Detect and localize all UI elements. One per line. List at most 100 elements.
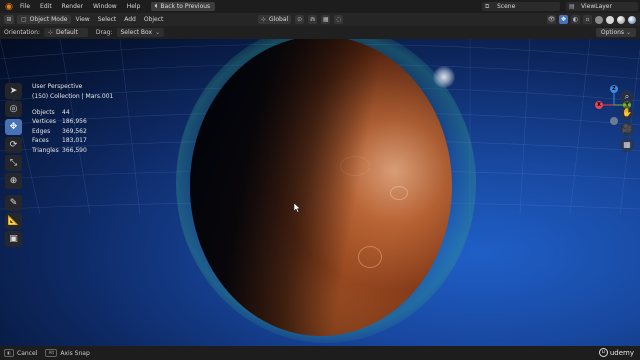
- wireframe-shading-icon[interactable]: [595, 15, 603, 24]
- options-label: Options: [600, 29, 625, 36]
- top-menu-bar: ◉ File Edit Render Window Help ⏴ Back to…: [0, 0, 640, 13]
- camera-view-icon[interactable]: 🎥: [620, 122, 634, 136]
- visibility-icon[interactable]: 👁: [547, 15, 556, 24]
- transform-tool-button[interactable]: ⊕: [5, 173, 22, 189]
- xray-toggle-icon[interactable]: ▫: [583, 15, 592, 24]
- stat-vertices: Vertices 186,956: [32, 118, 87, 126]
- move-tool-icon: ✥: [9, 122, 18, 132]
- moon-light: [433, 66, 455, 88]
- options-button[interactable]: Options ⌄: [595, 28, 636, 37]
- back-to-previous-button[interactable]: ⏴ Back to Previous: [151, 2, 216, 11]
- alt-key-hint: Alt: [45, 349, 58, 357]
- pivot-point-icon[interactable]: ⊙: [295, 15, 305, 24]
- udemy-watermark: u udemy: [598, 348, 634, 357]
- rotate-tool-icon: ⟳: [9, 140, 18, 150]
- annotate-tool-icon: ✎: [9, 198, 18, 208]
- scene-icon: ⧉: [485, 2, 490, 10]
- proportional-editing-icon[interactable]: ◌: [334, 15, 344, 24]
- scene-name: Scene: [497, 3, 516, 10]
- measure-tool-icon: 📐: [7, 216, 20, 226]
- overlay-toggle-icon[interactable]: ◐: [571, 15, 580, 24]
- menu-object[interactable]: Object: [140, 13, 168, 26]
- chevron-down-icon: ⌄: [625, 29, 631, 36]
- rotate-tool-button[interactable]: ⟳: [5, 137, 22, 153]
- mouse-cursor-icon: [294, 203, 301, 213]
- stat-objects: Objects 44: [32, 109, 70, 116]
- snap-icon[interactable]: ⋒: [308, 15, 318, 24]
- orientation-dropdown[interactable]: ⊹ Default: [43, 28, 88, 37]
- mouse-right-icon: ◧: [4, 349, 14, 357]
- blender-logo-icon[interactable]: ◉: [3, 1, 15, 13]
- menu-render[interactable]: Render: [57, 0, 88, 13]
- orientation-icon: ⊹: [261, 16, 267, 23]
- navigation-gizmo[interactable]: Z X Y: [590, 79, 638, 127]
- 3d-viewport[interactable]: ➤ ◎ ✥ ⟳ ⤡ ⊕ ✎ 📐 ▣ User Perspective (150) Collect…: [0, 39, 640, 346]
- mars-planet[interactable]: [190, 39, 452, 336]
- gizmo-toggle-icon[interactable]: ✥: [559, 15, 568, 24]
- transform-tool-icon: ⊕: [9, 176, 18, 186]
- drag-dropdown[interactable]: Select Box ⌄: [116, 28, 165, 37]
- mode-label: Object Mode: [29, 16, 68, 23]
- menu-edit[interactable]: Edit: [35, 0, 57, 13]
- orientation-value: Default: [55, 29, 78, 36]
- planet-night-side: [190, 39, 452, 336]
- add-cube-tool-icon: ▣: [9, 234, 18, 244]
- select-tool-button[interactable]: ➤: [5, 83, 22, 99]
- active-collection: (150) Collection | Mars.001: [32, 93, 114, 100]
- udemy-logo-icon: u: [598, 348, 608, 357]
- object-mode-icon: ▢: [21, 16, 27, 23]
- drag-label: Drag:: [95, 29, 113, 36]
- stat-edges: Edges 369,562: [32, 127, 87, 135]
- move-tool-button[interactable]: ✥: [5, 119, 22, 135]
- material-shading-icon[interactable]: [617, 15, 625, 24]
- menu-file[interactable]: File: [15, 0, 35, 13]
- scene-statistics: Objects 44 Vertices 186,956 Edges 369,562 F…: [32, 108, 87, 155]
- cursor-tool-button[interactable]: ◎: [5, 101, 22, 117]
- transform-orientation-dropdown[interactable]: ⊹ Global: [258, 15, 292, 24]
- select-tool-icon: ➤: [9, 86, 18, 96]
- stat-triangles: Triangles 366,590: [32, 146, 87, 154]
- menu-select[interactable]: Select: [94, 13, 121, 26]
- cursor-tool-icon: ◎: [9, 104, 18, 114]
- chevron-down-icon: ⌄: [155, 29, 161, 36]
- scale-tool-button[interactable]: ⤡: [5, 155, 22, 171]
- view-name: User Perspective: [32, 83, 83, 90]
- menu-window[interactable]: Window: [88, 0, 122, 13]
- axis-snap-hint: Axis Snap: [60, 349, 90, 357]
- menu-view[interactable]: View: [71, 13, 93, 26]
- gizmo-x-axis[interactable]: X: [595, 101, 603, 109]
- annotate-tool-button[interactable]: ✎: [5, 195, 22, 211]
- pan-hand-icon[interactable]: ✋: [620, 106, 634, 120]
- orientation-label: Orientation:: [4, 29, 40, 36]
- gizmo-z-axis[interactable]: Z: [610, 85, 618, 93]
- view-layer-selector[interactable]: ▤ ViewLayer: [566, 2, 638, 11]
- transform-orientation-label: Global: [269, 16, 289, 23]
- view-layer-icon: ▤: [569, 3, 575, 10]
- editor-type-icon[interactable]: ⊞: [4, 15, 14, 24]
- measure-tool-button[interactable]: 📐: [5, 213, 22, 229]
- back-icon: ⏴: [154, 3, 158, 10]
- scale-tool-icon: ⤡: [9, 158, 18, 168]
- scene-selector[interactable]: ⧉ Scene: [482, 2, 560, 11]
- stat-faces: Faces 183,017: [32, 137, 87, 145]
- back-to-previous-label: Back to Previous: [160, 3, 211, 10]
- left-toolbar: ➤ ◎ ✥ ⟳ ⤡ ⊕ ✎ 📐 ▣: [5, 83, 23, 249]
- menu-add[interactable]: Add: [120, 13, 140, 26]
- watermark-text: udemy: [609, 348, 634, 357]
- menu-help[interactable]: Help: [122, 0, 146, 13]
- viewport-header: ⊞ ▢ Object Mode View Select Add Object ⊹…: [0, 13, 640, 26]
- viewport-shading-controls: 👁 ✥ ◐ ▫: [547, 15, 636, 24]
- drag-value: Select Box: [120, 29, 153, 36]
- view-layer-name: ViewLayer: [581, 3, 612, 10]
- perspective-toggle-icon[interactable]: ▦: [620, 138, 634, 152]
- rendered-shading-icon[interactable]: [628, 15, 636, 24]
- mode-dropdown[interactable]: ▢ Object Mode: [17, 15, 72, 24]
- add-cube-tool-button[interactable]: ▣: [5, 231, 22, 247]
- orientation-axis-icon: ⊹: [47, 29, 53, 36]
- snap-target-icon[interactable]: ▦: [321, 15, 331, 24]
- status-bar: ◧ Cancel Alt Axis Snap u udemy: [0, 346, 640, 360]
- transform-controls: ⊹ Global ⊙ ⋒ ▦ ◌: [258, 15, 344, 24]
- zoom-icon[interactable]: ⌕: [620, 90, 634, 104]
- gizmo-neg-z-axis[interactable]: [610, 117, 618, 125]
- solid-shading-icon[interactable]: [606, 15, 614, 24]
